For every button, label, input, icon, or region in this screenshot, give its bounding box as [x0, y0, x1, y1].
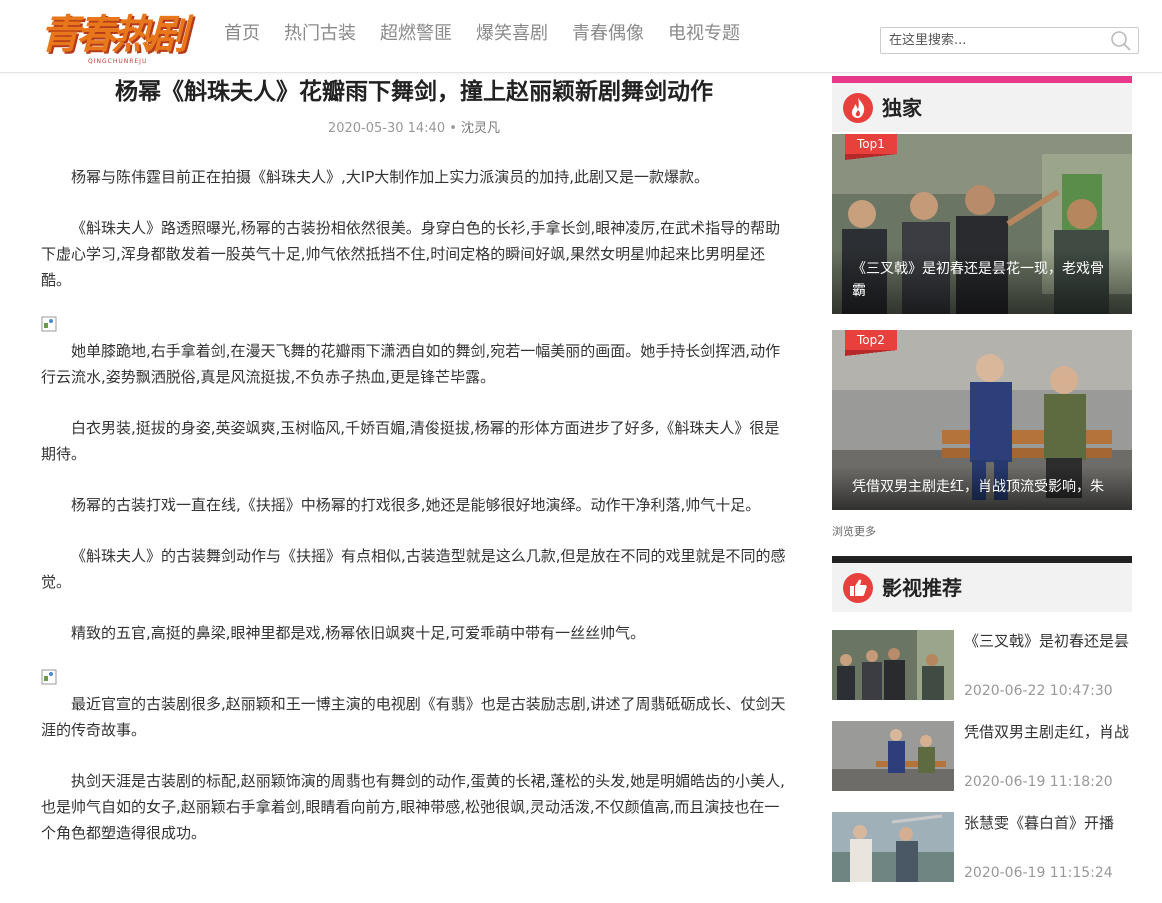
- article-date: 2020-05-30 14:40: [327, 121, 446, 136]
- search-icon[interactable]: [1110, 30, 1132, 52]
- article-body: 杨幂与陈伟霆目前正在拍摄《斛珠夫人》,大IP大制作加上实力派演员的加持,此剧又是…: [41, 164, 787, 846]
- recommend-header: 影视推荐: [832, 556, 1132, 612]
- article-paragraph: 执剑天涯是古装剧的标配,赵丽颖饰演的周翡也有舞剑的动作,蛋黄的长裙,蓬松的头发,…: [41, 772, 785, 842]
- recommend-title[interactable]: 《三叉戟》是初春还是昙: [964, 630, 1132, 652]
- nav-item-costume[interactable]: 热门古装: [284, 20, 356, 48]
- logo-text: 青春热剧: [40, 11, 188, 58]
- logo-subtext: QINGCHUNREJU: [88, 58, 148, 65]
- list-item[interactable]: 张慧雯《暮白首》开播 2020-06-19 11:15:24: [832, 812, 1132, 884]
- article-paragraph: 杨幂的古装打戏一直在线,《扶摇》中杨幂的打戏很多,她还是能够很好地演绎。动作干净…: [71, 496, 761, 514]
- thumbs-up-icon: [842, 572, 874, 604]
- flame-icon: [842, 92, 874, 124]
- site-header: 青春热剧 QINGCHUNREJU 首页 热门古装 超燃警匪 爆笑喜剧 青春偶像…: [0, 0, 1162, 73]
- article-paragraph: 最近官宣的古装剧很多,赵丽颖和王一博主演的电视剧《有翡》也是古装励志剧,讲述了周…: [41, 695, 786, 739]
- recommend-title[interactable]: 张慧雯《暮白首》开播: [964, 812, 1132, 834]
- list-item[interactable]: 凭借双男主剧走红，肖战 2020-06-19 11:18:20: [832, 721, 1132, 793]
- recommend-date: 2020-06-22 10:47:30: [964, 683, 1113, 699]
- nav-item-idol[interactable]: 青春偶像: [572, 20, 644, 48]
- article: 杨幂《斛珠夫人》花瓣雨下舞剑，撞上赵丽颖新剧舞剑动作 2020-05-30 14…: [41, 72, 787, 871]
- main-nav: 首页 热门古装 超燃警匪 爆笑喜剧 青春偶像 电视专题: [212, 20, 752, 48]
- article-author: 沈灵凡: [461, 121, 501, 136]
- browse-more-link[interactable]: 浏览更多: [832, 524, 1132, 540]
- recommend-title[interactable]: 凭借双男主剧走红，肖战: [964, 721, 1132, 743]
- article-paragraph: 《斛珠夫人》路透照曝光,杨幂的古装扮相依然很美。身穿白色的长衫,手拿长剑,眼神凌…: [41, 219, 781, 289]
- rank-badge: Top2: [845, 330, 897, 356]
- nav-item-comedy[interactable]: 爆笑喜剧: [476, 20, 548, 48]
- recommend-date: 2020-06-19 11:15:24: [964, 865, 1113, 881]
- broken-image-icon: [41, 669, 787, 691]
- sidebar: 独家 Top1 《三叉戟》是初春还是昙花一现，老戏骨霸 Top2 凭借双男主剧走…: [832, 76, 1132, 903]
- recommend-heading: 影视推荐: [882, 576, 962, 600]
- article-meta: 2020-05-30 14:40 • 沈灵凡: [41, 120, 787, 138]
- nav-item-tv-special[interactable]: 电视专题: [668, 20, 740, 48]
- broken-image-icon: [41, 316, 787, 338]
- recommend-date: 2020-06-19 11:18:20: [964, 774, 1113, 790]
- feature-card-top2[interactable]: Top2 凭借双男主剧走红，肖战顶流受影响，朱: [832, 330, 1132, 510]
- meta-separator: •: [449, 121, 457, 136]
- nav-item-police[interactable]: 超燃警匪: [380, 20, 452, 48]
- article-paragraph: 她单膝跪地,右手拿着剑,在漫天飞舞的花瓣雨下潇洒自如的舞剑,宛若一幅美丽的画面。…: [41, 342, 781, 386]
- feature-caption[interactable]: 《三叉戟》是初春还是昙花一现，老戏骨霸: [832, 248, 1132, 314]
- rank-badge: Top1: [845, 134, 897, 160]
- search-input[interactable]: [889, 31, 1099, 50]
- list-item[interactable]: 《三叉戟》是初春还是昙 2020-06-22 10:47:30: [832, 630, 1132, 702]
- article-paragraph: 精致的五官,高挺的鼻梁,眼神里都是戏,杨幂依旧飒爽十足,可爱乖萌中带有一丝丝帅气…: [71, 624, 646, 642]
- article-paragraph: 白衣男装,挺拔的身姿,英姿飒爽,玉树临风,千娇百媚,清俊挺拔,杨幂的形体方面进步…: [41, 419, 780, 463]
- exclusive-heading: 独家: [882, 96, 922, 120]
- exclusive-header: 独家: [832, 76, 1132, 132]
- recommend-thumbnail[interactable]: [832, 630, 954, 700]
- article-paragraph: 《斛珠夫人》的古装舞剑动作与《扶摇》有点相似,古装造型就是这么几款,但是放在不同…: [41, 547, 786, 591]
- article-paragraph: 杨幂与陈伟霆目前正在拍摄《斛珠夫人》,大IP大制作加上实力派演员的加持,此剧又是…: [71, 168, 710, 186]
- recommend-thumbnail[interactable]: [832, 721, 954, 791]
- recommend-thumbnail[interactable]: [832, 812, 954, 882]
- search-box: [880, 27, 1139, 54]
- feature-card-top1[interactable]: Top1 《三叉戟》是初春还是昙花一现，老戏骨霸: [832, 134, 1132, 314]
- feature-caption[interactable]: 凭借双男主剧走红，肖战顶流受影响，朱: [832, 466, 1132, 510]
- recommend-list: 《三叉戟》是初春还是昙 2020-06-22 10:47:30 凭借双男主剧走红…: [832, 630, 1132, 884]
- article-title: 杨幂《斛珠夫人》花瓣雨下舞剑，撞上赵丽颖新剧舞剑动作: [115, 79, 713, 105]
- nav-item-home[interactable]: 首页: [224, 20, 260, 48]
- site-logo[interactable]: 青春热剧 QINGCHUNREJU: [40, 6, 190, 68]
